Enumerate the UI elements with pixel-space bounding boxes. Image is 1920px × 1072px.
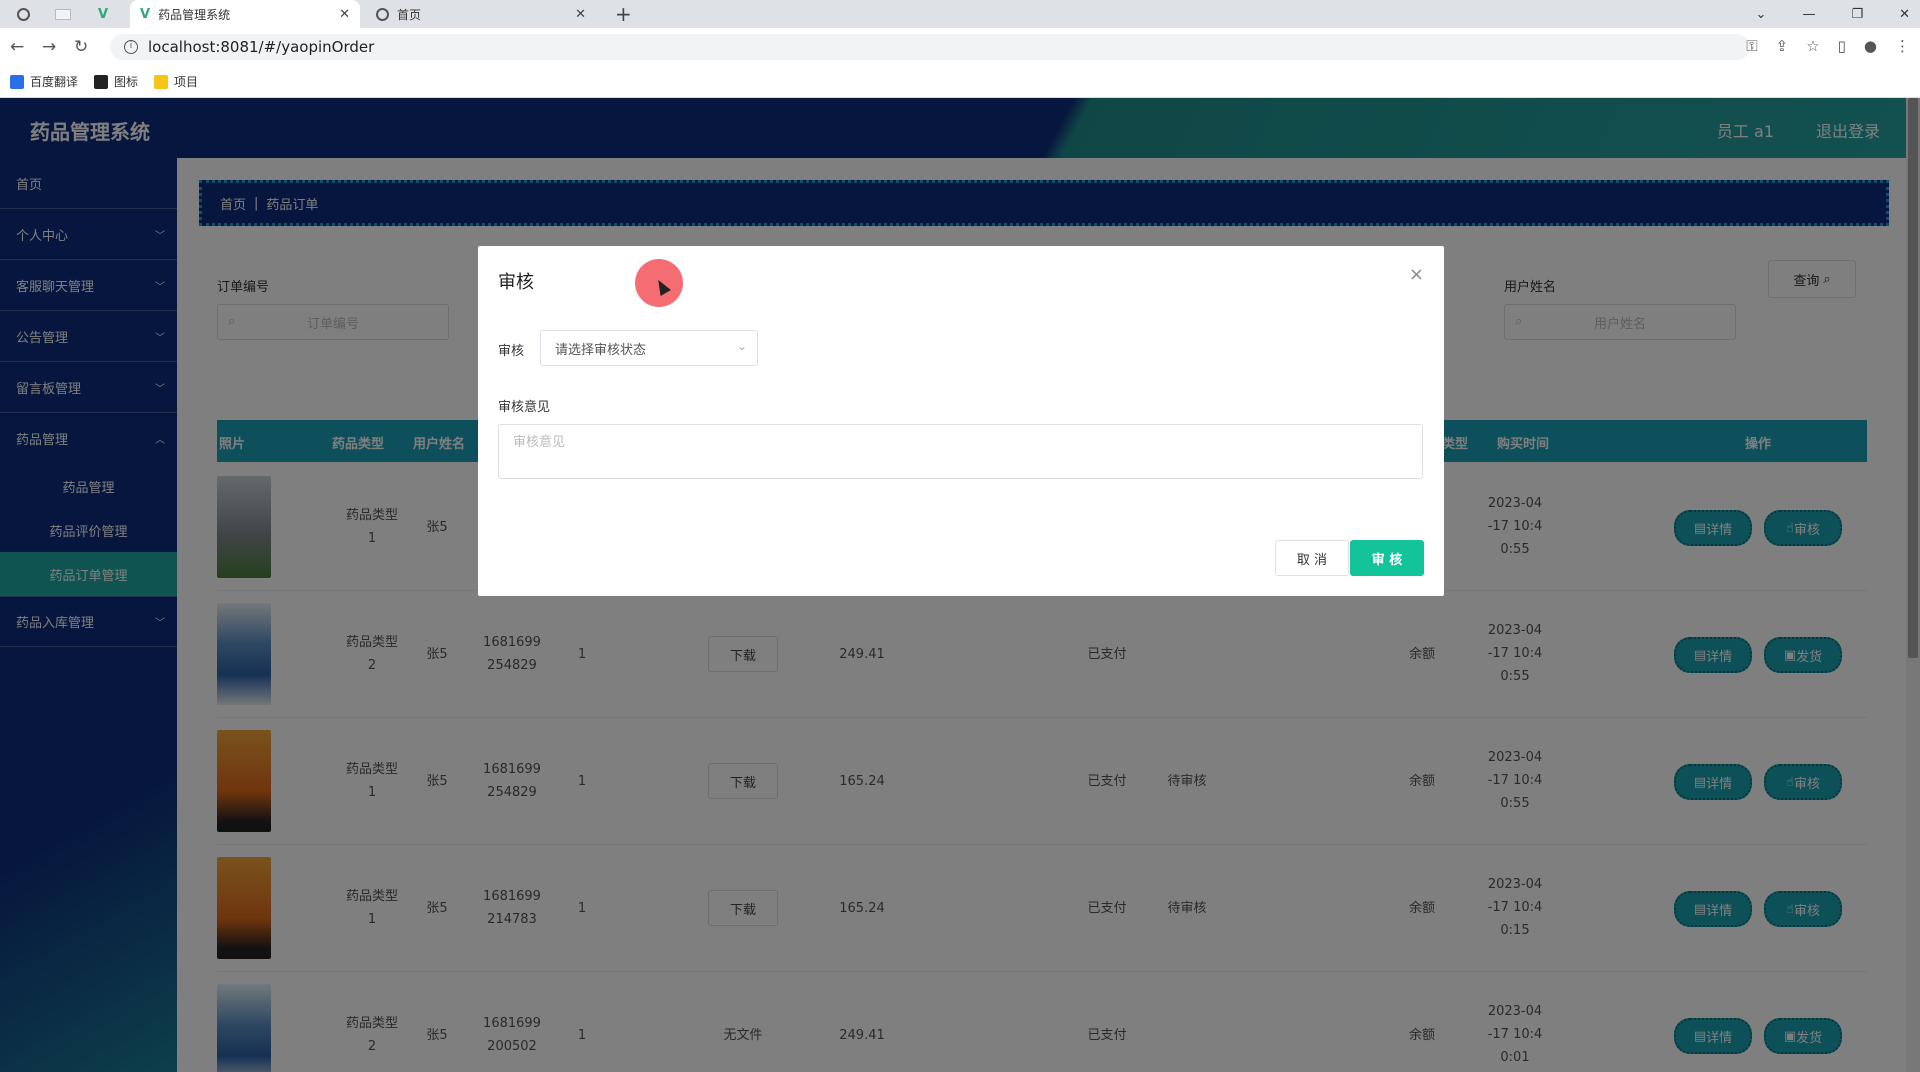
vue-icon: V: [140, 6, 151, 22]
chevron-down-icon[interactable]: ⌄: [1756, 7, 1767, 22]
bookmark-item[interactable]: 图标: [94, 73, 138, 90]
tab-title: 首页: [397, 7, 422, 22]
dialog-title: 审核: [498, 272, 534, 293]
review-status-select[interactable]: 请选择审核状态 ⌄: [540, 330, 758, 366]
bookmarks-bar: 百度翻译 图标 项目: [0, 66, 1920, 98]
close-window-icon[interactable]: ✕: [1899, 7, 1910, 22]
back-icon[interactable]: ←: [10, 37, 24, 57]
pinned-tab[interactable]: [48, 0, 78, 28]
translate-icon: [10, 74, 24, 89]
document-icon: [55, 8, 71, 20]
globe-icon: [16, 7, 30, 21]
review-dialog: 审核 × 审核 请选择审核状态 ⌄ 审核意见 审核意见 取 消 审 核: [478, 246, 1444, 596]
forward-icon[interactable]: →: [42, 37, 56, 57]
share-icon[interactable]: ⇪: [1776, 37, 1789, 55]
menu-icon[interactable]: ⋮: [1895, 37, 1910, 55]
globe-icon: [376, 7, 389, 21]
url-text: localhost:8081/#/yaopinOrder: [148, 38, 375, 56]
sidepanel-icon[interactable]: ▯: [1838, 37, 1846, 55]
pinned-tab[interactable]: V: [88, 0, 118, 28]
key-icon[interactable]: ⚿: [1746, 37, 1757, 55]
review-opinion-textarea[interactable]: 审核意见: [498, 424, 1423, 479]
folder-icon: [154, 74, 169, 89]
vue-icon: V: [97, 6, 109, 22]
close-icon[interactable]: ×: [1409, 264, 1424, 285]
image-icon: [94, 74, 109, 89]
chevron-down-icon: ⌄: [736, 339, 747, 353]
pinned-tab[interactable]: [8, 0, 38, 28]
close-icon[interactable]: ✕: [339, 7, 350, 22]
star-icon[interactable]: ☆: [1806, 37, 1819, 55]
cancel-button[interactable]: 取 消: [1275, 540, 1349, 576]
review-status-label: 审核: [498, 344, 525, 359]
profile-icon[interactable]: ●: [1864, 37, 1877, 55]
confirm-review-button[interactable]: 审 核: [1350, 540, 1424, 576]
address-bar-row: ← → ↻ i localhost:8081/#/yaopinOrder ⚿ ⇪…: [0, 28, 1920, 66]
close-icon[interactable]: ✕: [575, 7, 586, 22]
tab-home[interactable]: 首页 ✕: [366, 0, 596, 28]
minimize-icon[interactable]: —: [1802, 7, 1815, 22]
tab-title: 药品管理系统: [158, 7, 231, 22]
window-controls: ⌄ — ❐ ✕: [1756, 0, 1910, 28]
info-icon[interactable]: i: [124, 40, 138, 54]
bookmark-item[interactable]: 项目: [154, 73, 198, 90]
url-field[interactable]: i localhost:8081/#/yaopinOrder: [110, 34, 1750, 60]
restore-icon[interactable]: ❐: [1851, 7, 1863, 22]
browser-actions: ⚿ ⇪ ☆ ▯ ● ⋮: [1746, 37, 1910, 55]
review-opinion-label: 审核意见: [498, 400, 551, 415]
browser-tab-bar: V V 药品管理系统 ✕ 首页 ✕ + ⌄ — ❐ ✕: [0, 0, 1920, 28]
new-tab-icon[interactable]: +: [615, 2, 632, 26]
bookmark-item[interactable]: 百度翻译: [10, 73, 78, 90]
tab-active[interactable]: V 药品管理系统 ✕: [130, 0, 360, 28]
reload-icon[interactable]: ↻: [74, 37, 88, 57]
